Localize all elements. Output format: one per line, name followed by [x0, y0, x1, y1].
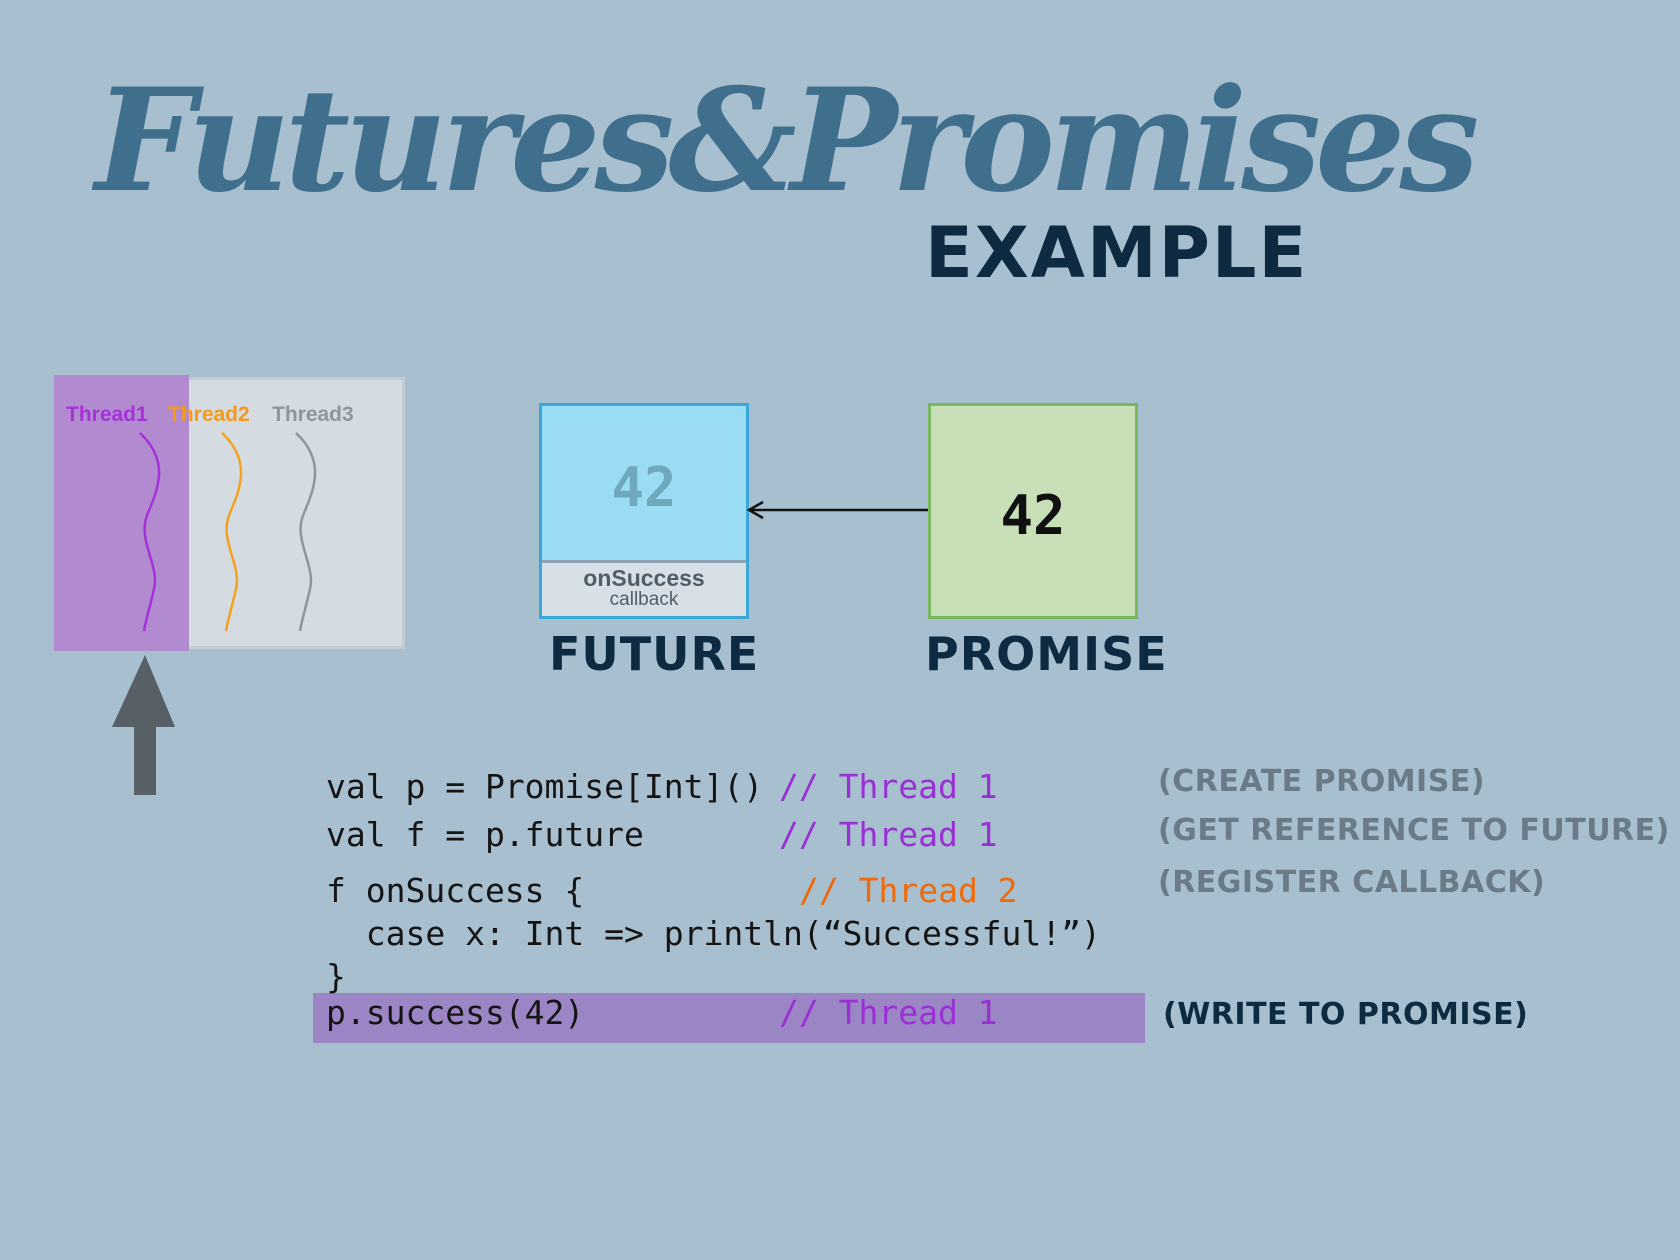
code-comment-6: // Thread 1 — [779, 993, 998, 1032]
future-value: 42 — [611, 456, 677, 519]
promise-box: 42 — [928, 403, 1138, 619]
code-line-3: f onSuccess { — [326, 871, 585, 910]
code-line-6: p.success(42) — [326, 993, 585, 1032]
callback-caption: callback — [609, 589, 679, 611]
future-callback-slot: onSuccess callback — [542, 560, 746, 616]
up-arrow-icon — [112, 655, 175, 795]
thread-3-line — [295, 432, 317, 632]
code-comment-3: // Thread 2 — [799, 871, 1018, 910]
future-label: FUTURE — [549, 627, 760, 681]
note-write-promise: (WRITE TO PROMISE) — [1163, 997, 1529, 1032]
future-box: 42 onSuccess callback — [539, 403, 749, 619]
note-create-promise: (CREATE PROMISE) — [1158, 764, 1486, 799]
note-register-callback: (REGISTER CALLBACK) — [1158, 865, 1546, 900]
thread-2-line — [221, 432, 243, 632]
title-script: Futures&Promises — [95, 58, 1479, 224]
code-line-4: case x: Int => println(“Successful!”) — [326, 914, 1101, 953]
code-comment-1: // Thread 1 — [779, 767, 998, 806]
code-line-2: val f = p.future — [326, 815, 644, 854]
code-comment-2: // Thread 1 — [779, 815, 998, 854]
promise-value: 42 — [1000, 484, 1066, 547]
code-line-1: val p = Promise[Int]() — [326, 767, 764, 806]
callback-name: onSuccess — [583, 565, 705, 591]
promise-label: PROMISE — [925, 627, 1168, 681]
promise-to-future-arrow-icon — [746, 500, 930, 520]
thread-lines — [139, 432, 317, 632]
thread-1-line — [139, 432, 161, 632]
title-subtitle: EXAMPLE — [925, 212, 1309, 294]
code-line-5: } — [326, 957, 346, 996]
note-get-future: (GET REFERENCE TO FUTURE) — [1158, 813, 1670, 848]
